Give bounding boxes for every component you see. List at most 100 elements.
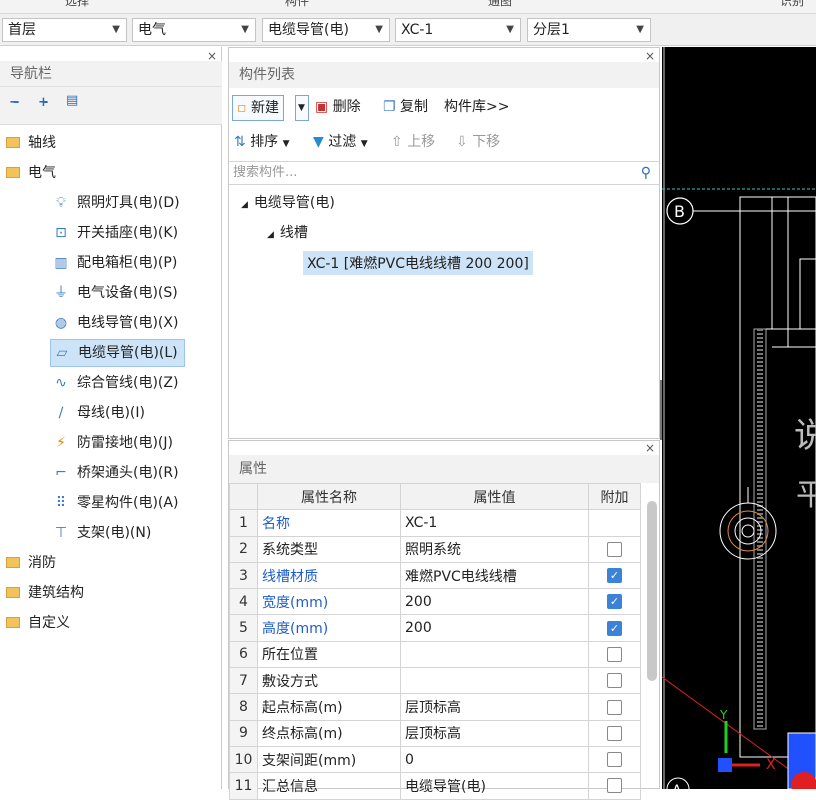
floor-select[interactable]: 首层 ▼	[2, 18, 127, 42]
property-value[interactable]	[400, 667, 589, 695]
nav-category-electric[interactable]: 电气	[6, 158, 56, 188]
ribbon-tab-select[interactable]: 选择	[65, 0, 89, 9]
property-name: 系统类型	[257, 535, 401, 563]
nav-category-structure[interactable]: 建筑结构	[6, 578, 84, 608]
component-type-select[interactable]: 电缆导管(电) ▼	[262, 18, 390, 42]
table-row[interactable]: 7 敷设方式	[229, 667, 641, 695]
close-icon[interactable]: ×	[645, 49, 655, 63]
nav-item-misc[interactable]: ⠿ 零星构件(电)(A)	[52, 488, 179, 518]
checkbox[interactable]	[607, 725, 622, 741]
discipline-select[interactable]: 电气 ▼	[132, 18, 256, 42]
table-row[interactable]: 10 支架间距(mm) 0	[229, 745, 641, 774]
search-icon[interactable]: ⚲	[641, 162, 651, 184]
delete-button[interactable]: ▣ 删除	[315, 95, 361, 121]
property-value[interactable]: 层顶标高	[400, 719, 589, 747]
chevron-down-icon: ▼	[636, 24, 644, 35]
nav-item-lighting[interactable]: 💡︎ 照明灯具(电)(D)	[52, 188, 180, 218]
sort-button[interactable]: ⇅ 排序 ▼	[234, 130, 290, 156]
expand-triangle-icon[interactable]: ◢	[241, 200, 248, 210]
property-value[interactable]: 层顶标高	[400, 693, 589, 721]
nav-item-label: 桥架通头(电)(R)	[77, 465, 179, 481]
table-row[interactable]: 8 起点标高(m) 层顶标高	[229, 693, 641, 721]
ribbon-tab-recognize[interactable]: 识别	[780, 0, 804, 9]
property-value[interactable]: 难燃PVC电线线槽	[400, 561, 589, 590]
nav-category-fire[interactable]: 消防	[6, 548, 56, 578]
search-input[interactable]: 搜索构件... ⚲	[229, 161, 659, 185]
library-button[interactable]: 构件库>>	[444, 95, 509, 121]
collapse-all-icon[interactable]: −̵	[9, 95, 20, 110]
property-value[interactable]	[400, 640, 589, 669]
table-row[interactable]: 6 所在位置	[229, 640, 641, 669]
checkbox[interactable]	[607, 699, 622, 715]
nav-category-label: 消防	[28, 555, 56, 571]
new-button[interactable]: ▫ 新建	[232, 95, 284, 121]
property-name: 敷设方式	[257, 667, 401, 695]
copy-button[interactable]: ❐ 复制	[383, 95, 428, 121]
tree-node-selected-item[interactable]: XC-1 [难燃PVC电线线槽 200 200]	[303, 251, 533, 275]
checkbox[interactable]	[607, 673, 622, 689]
tree-node-root[interactable]: ◢ 电缆导管(电)	[241, 192, 335, 212]
property-value[interactable]: 200	[400, 588, 589, 616]
nav-item-label: 综合管线(电)(Z)	[77, 375, 179, 391]
nav-item-cable-conduit[interactable]: ▱ 电缆导管(电)(L)	[50, 339, 185, 367]
layer-select[interactable]: 分层1 ▼	[527, 18, 651, 42]
folder-icon	[6, 136, 20, 148]
nav-item-lightning[interactable]: ⚡︎ 防雷接地(电)(J)	[52, 428, 173, 458]
expand-triangle-icon[interactable]: ◢	[267, 230, 274, 240]
component-select[interactable]: XC-1 ▼	[395, 18, 521, 42]
filter-button[interactable]: ▼ 过滤 ▼	[313, 130, 368, 156]
nav-category-axis[interactable]: 轴线	[6, 128, 56, 158]
nav-item-equipment[interactable]: ⏚ 电气设备(电)(S)	[52, 278, 178, 308]
ribbon-tab-component[interactable]: 构件	[285, 0, 309, 9]
table-row[interactable]: 1 名称 XC-1	[229, 509, 641, 537]
property-value[interactable]: 电缆导管(电)	[400, 772, 589, 800]
move-up-button[interactable]: ⇧ 上移	[391, 130, 435, 156]
expand-all-icon[interactable]: +̵	[38, 95, 49, 110]
nav-item-busbar[interactable]: ∕ 母线(电)(I)	[52, 398, 145, 428]
chevron-down-icon: ▼	[112, 24, 120, 35]
move-down-button[interactable]: ⇩ 下移	[456, 130, 500, 156]
ribbon-tab-general[interactable]: 通图	[488, 0, 512, 9]
lamp-icon: 💡︎	[56, 195, 66, 211]
scrollbar[interactable]	[647, 501, 657, 681]
table-row[interactable]: 3 线槽材质 难燃PVC电线线槽 ✓	[229, 561, 641, 590]
table-row[interactable]: 4 宽度(mm) 200 ✓	[229, 588, 641, 616]
nav-item-bridge[interactable]: ⌐ 桥架通头(电)(R)	[52, 458, 179, 488]
checkbox[interactable]	[607, 752, 622, 768]
checkbox-checked[interactable]: ✓	[607, 620, 622, 636]
nav-item-label: 支架(电)(N)	[77, 525, 152, 541]
copy-button-label: 复制	[400, 99, 429, 115]
property-name: 高度(mm)	[257, 614, 401, 642]
property-value[interactable]: 200	[400, 614, 589, 642]
property-value[interactable]: 0	[400, 745, 589, 774]
folder-open-icon	[6, 166, 20, 178]
table-row[interactable]: 11 汇总信息 电缆导管(电)	[229, 772, 641, 800]
close-icon[interactable]: ×	[645, 441, 655, 455]
tree-node-label: XC-1 [难燃PVC电线线槽 200 200]	[307, 256, 529, 272]
table-row[interactable]: 9 终点标高(m) 层顶标高	[229, 719, 641, 747]
checkbox-checked[interactable]: ✓	[607, 568, 622, 584]
table-row[interactable]: 2 系统类型 照明系统	[229, 535, 641, 563]
component-select-value: XC-1	[401, 22, 434, 38]
tree-node-label: 电缆导管(电)	[253, 195, 335, 211]
property-value[interactable]: XC-1	[400, 509, 589, 537]
tree-node-group[interactable]: ◢ 线槽	[267, 222, 308, 242]
edit-icon[interactable]: ▤	[66, 93, 78, 108]
row-number: 2	[229, 535, 258, 563]
nav-item-pipeline[interactable]: ∿ 综合管线(电)(Z)	[52, 368, 178, 398]
property-value[interactable]: 照明系统	[400, 535, 589, 563]
new-dropdown-button[interactable]: ▼	[295, 95, 309, 121]
nav-item-bracket[interactable]: ⊤ 支架(电)(N)	[52, 518, 151, 548]
checkbox[interactable]	[607, 646, 622, 662]
checkbox-checked[interactable]: ✓	[607, 594, 622, 610]
cad-canvas[interactable]: B 说 平 Y X A	[662, 47, 816, 789]
table-row[interactable]: 5 高度(mm) 200 ✓	[229, 614, 641, 642]
checkbox[interactable]	[607, 541, 622, 557]
checkbox[interactable]	[607, 778, 622, 794]
nav-item-distribution-box[interactable]: ▥ 配电箱柜(电)(P)	[52, 248, 177, 278]
nav-category-custom[interactable]: 自定义	[6, 608, 70, 638]
sort-button-label: 排序	[250, 134, 279, 150]
layer-select-value: 分层1	[533, 22, 570, 38]
nav-item-wire-conduit[interactable]: ◍ 电线导管(电)(X)	[52, 308, 179, 338]
nav-item-switch-socket[interactable]: ⊡ 开关插座(电)(K)	[52, 218, 178, 248]
